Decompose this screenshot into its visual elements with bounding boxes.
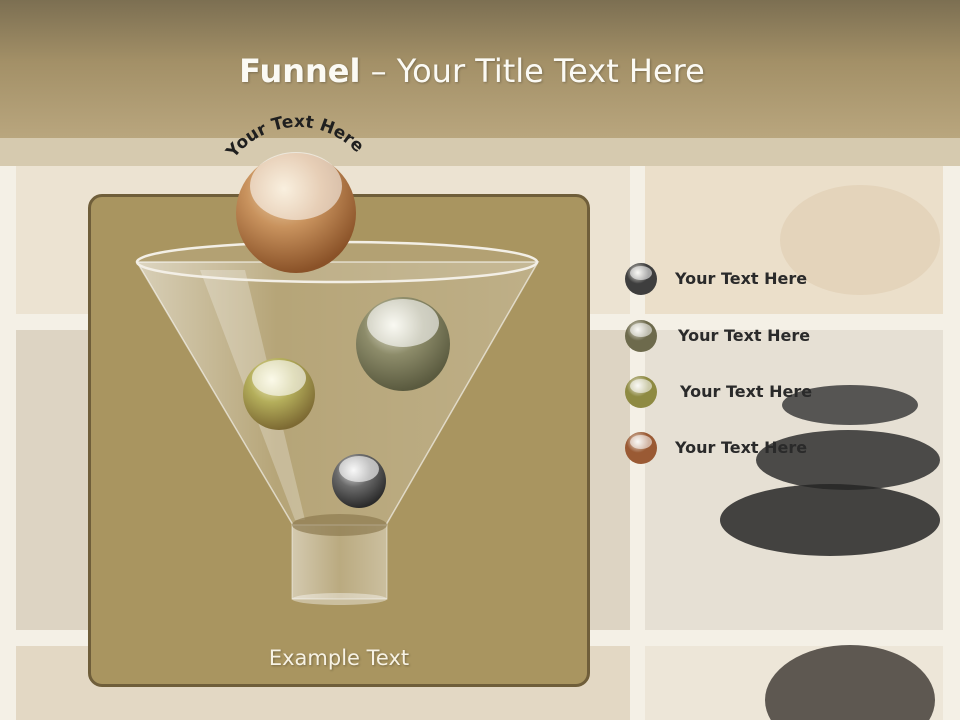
funnel-spout: [291, 524, 388, 600]
funnel-graphic: Your Text Here: [135, 112, 657, 605]
legend-label: Your Text Here: [678, 326, 811, 345]
legend-label: Your Text Here: [675, 438, 808, 457]
example-text: Example Text: [268, 646, 410, 670]
legend-label: Your Text Here: [675, 269, 808, 288]
legend-label: Your Text Here: [680, 382, 813, 401]
ball-highlight: [630, 266, 652, 280]
ball-highlight: [630, 379, 652, 393]
ball-highlight: [630, 323, 652, 337]
ball-highlight: [630, 435, 652, 449]
